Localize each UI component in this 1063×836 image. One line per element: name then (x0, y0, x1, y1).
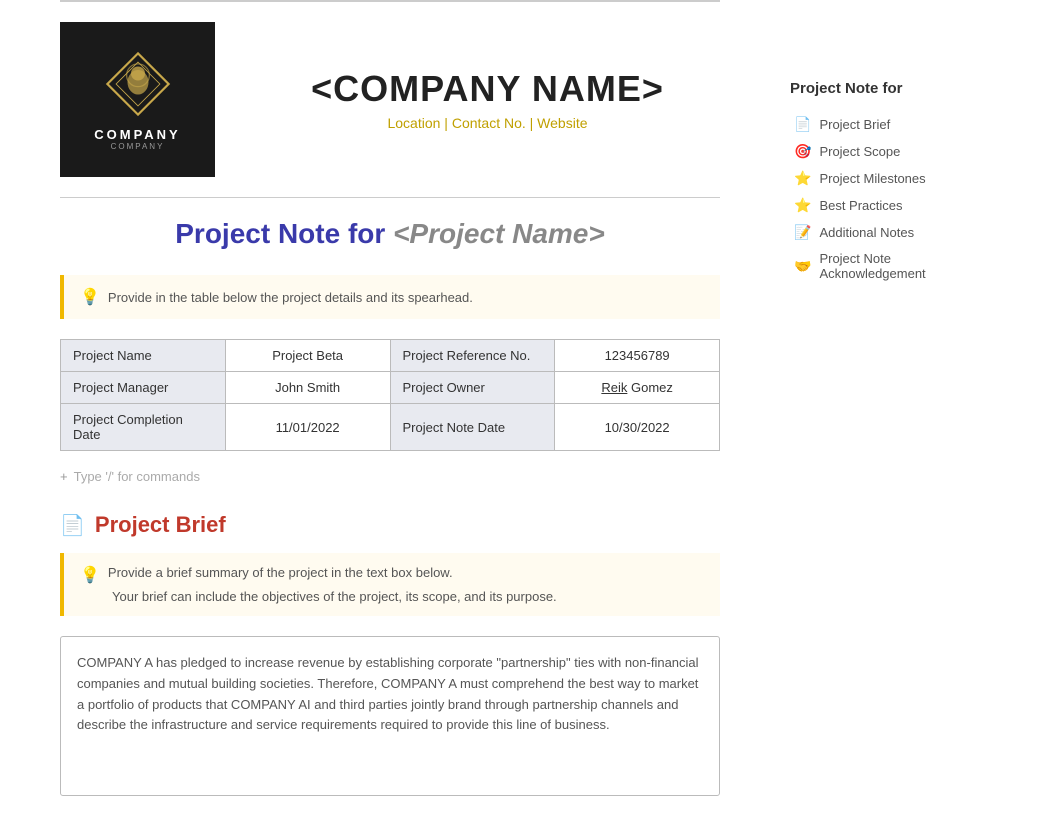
sidebar-item-label: Project Scope (819, 144, 900, 159)
handshake-icon: 🤝 (794, 258, 811, 275)
company-info: <COMPANY NAME> Location | Contact No. | … (255, 68, 720, 131)
company-contact: Location | Contact No. | Website (255, 115, 720, 131)
star-icon-1: ⭐ (794, 170, 811, 187)
sidebar-item-project-scope[interactable]: 🎯 Project Scope (790, 138, 980, 165)
project-brief-heading: 📄 Project Brief (60, 512, 720, 538)
note-icon: 📝 (794, 224, 811, 241)
table-cell-value: Reik Gomez (555, 372, 720, 404)
table-cell-value: 11/01/2022 (225, 404, 390, 451)
doc-icon: 📄 (794, 116, 811, 133)
project-info-hint-text: Provide in the table below the project d… (108, 290, 473, 305)
star-icon-2: ⭐ (794, 197, 811, 214)
sidebar-item-additional-notes[interactable]: 📝 Additional Notes (790, 219, 980, 246)
sidebar-item-label: Project Note Acknowledgement (819, 251, 976, 281)
project-info-hint: 💡 Provide in the table below the project… (60, 275, 720, 319)
header-divider (60, 197, 720, 198)
lightbulb-icon: 💡 (80, 287, 100, 307)
plus-icon: + (60, 469, 68, 484)
document-icon: 📄 (60, 513, 85, 538)
sidebar-item-label: Project Brief (819, 117, 890, 132)
table-cell-label: Project Completion Date (61, 404, 226, 451)
sidebar-item-best-practices[interactable]: ⭐ Best Practices (790, 192, 980, 219)
table-cell-label: Project Name (61, 340, 226, 372)
lightbulb-icon-2: 💡 (80, 565, 100, 585)
sidebar-item-label: Best Practices (819, 198, 902, 213)
project-details-table: Project Name Project Beta Project Refere… (60, 339, 720, 451)
project-brief-title: Project Brief (95, 512, 226, 538)
company-name: <COMPANY NAME> (255, 68, 720, 110)
brief-text: COMPANY A has pledged to increase revenu… (77, 655, 699, 732)
brief-hint-row-1: 💡 Provide a brief summary of the project… (80, 565, 704, 585)
project-title-heading: Project Note for <Project Name> (60, 218, 720, 250)
brief-hint-line2: Your brief can include the objectives of… (112, 589, 557, 604)
brief-hint-line1: Provide a brief summary of the project i… (108, 565, 453, 580)
logo-company-text: COMPANY (94, 127, 180, 142)
table-cell-label: Project Manager (61, 372, 226, 404)
sidebar-item-label: Additional Notes (819, 225, 914, 240)
brief-hint-box: 💡 Provide a brief summary of the project… (60, 553, 720, 616)
logo-diamond-icon (103, 49, 173, 119)
project-title-section: Project Note for <Project Name> (60, 218, 720, 250)
table-cell-value: John Smith (225, 372, 390, 404)
table-cell-label: Project Note Date (390, 404, 555, 451)
table-cell-value: 123456789 (555, 340, 720, 372)
project-title-static: Project Note for (175, 218, 385, 249)
table-cell-value: 10/30/2022 (555, 404, 720, 451)
owner-name-link: Reik (601, 380, 627, 395)
table-cell-label: Project Reference No. (390, 340, 555, 372)
sidebar-title: Project Note for (790, 80, 980, 97)
sidebar-item-project-milestones[interactable]: ⭐ Project Milestones (790, 165, 980, 192)
table-row: Project Name Project Beta Project Refere… (61, 340, 720, 372)
brief-hint-row-2: Your brief can include the objectives of… (80, 589, 704, 604)
table-cell-value: Project Beta (225, 340, 390, 372)
sidebar: Project Note for 📄 Project Brief 🎯 Proje… (780, 0, 1000, 836)
project-title-dynamic: <Project Name> (393, 218, 605, 249)
sidebar-item-label: Project Milestones (819, 171, 925, 186)
project-brief-content[interactable]: COMPANY A has pledged to increase revenu… (60, 636, 720, 796)
table-row: Project Completion Date 11/01/2022 Proje… (61, 404, 720, 451)
table-cell-label: Project Owner (390, 372, 555, 404)
sidebar-item-project-brief[interactable]: 📄 Project Brief (790, 111, 980, 138)
logo-sub-text: COMPANY (111, 142, 165, 151)
header-section: COMPANY COMPANY <COMPANY NAME> Location … (60, 2, 720, 197)
sidebar-item-acknowledgement[interactable]: 🤝 Project Note Acknowledgement (790, 246, 980, 286)
command-hint-text: Type '/' for commands (74, 469, 200, 484)
target-icon: 🎯 (794, 143, 811, 160)
company-logo: COMPANY COMPANY (60, 22, 215, 177)
command-hint[interactable]: + Type '/' for commands (60, 461, 720, 492)
table-row: Project Manager John Smith Project Owner… (61, 372, 720, 404)
